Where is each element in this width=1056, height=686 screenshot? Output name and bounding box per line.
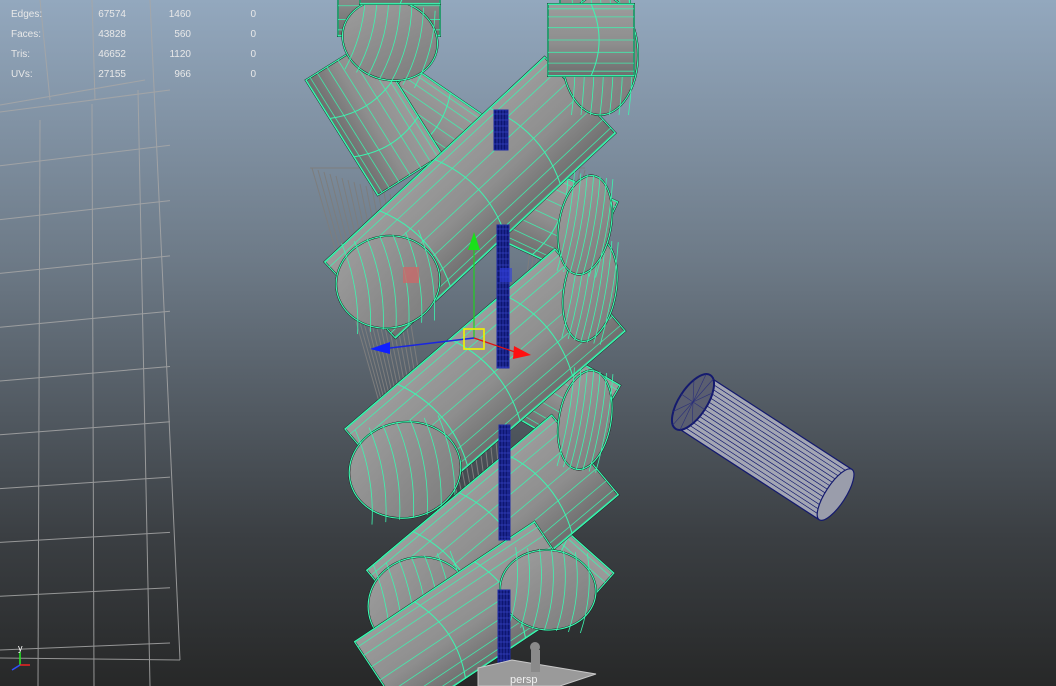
hud-value: 560 (174, 29, 191, 40)
hud-value: 966 (174, 69, 191, 80)
axis-y-label: y (18, 643, 23, 653)
hud-row: Verts:235655600 (0, 0, 270, 9)
hud-row: UVs: 27155 966 0 (0, 69, 270, 89)
camera-label: persp (510, 674, 538, 686)
hud-value: 1460 (168, 9, 191, 20)
hud-label: Tris: (11, 49, 31, 60)
unselected-cylinder[interactable] (664, 368, 862, 527)
scene-canvas[interactable]: y (0, 0, 1056, 686)
hud-row: Tris: 46652 1120 0 (0, 49, 270, 69)
column-segment[interactable] (498, 424, 511, 541)
hud-row: Edges: 67574 1460 0 (0, 9, 270, 29)
hud-row: Faces: 43828 560 0 (0, 29, 270, 49)
helix-mesh[interactable] (304, 0, 639, 686)
hud-label: Edges: (11, 9, 43, 20)
hud-value: 0 (250, 69, 256, 80)
ground-grid (0, 0, 181, 686)
hud-value: 0 (250, 9, 256, 20)
hud-value: 27155 (98, 69, 126, 80)
hud-value: 67574 (98, 9, 126, 20)
hud-label: UVs: (11, 69, 33, 80)
column-segment[interactable] (493, 109, 509, 151)
hud-value: 0 (250, 49, 256, 60)
perspective-viewport[interactable]: y Verts:235655600Edges: 67574 1460 0 Faces: 4… (0, 0, 1056, 686)
view-axis-icon: y (11, 643, 30, 671)
helix-segment[interactable] (547, 3, 635, 77)
column-segment[interactable] (497, 589, 511, 669)
hud-value: 43828 (98, 29, 126, 40)
hud-label: Faces: (11, 29, 42, 40)
hud-value: 1120 (169, 49, 191, 60)
hud-value: 46652 (98, 49, 126, 60)
helix-segment[interactable] (359, 0, 441, 5)
hud-value: 0 (250, 29, 256, 40)
